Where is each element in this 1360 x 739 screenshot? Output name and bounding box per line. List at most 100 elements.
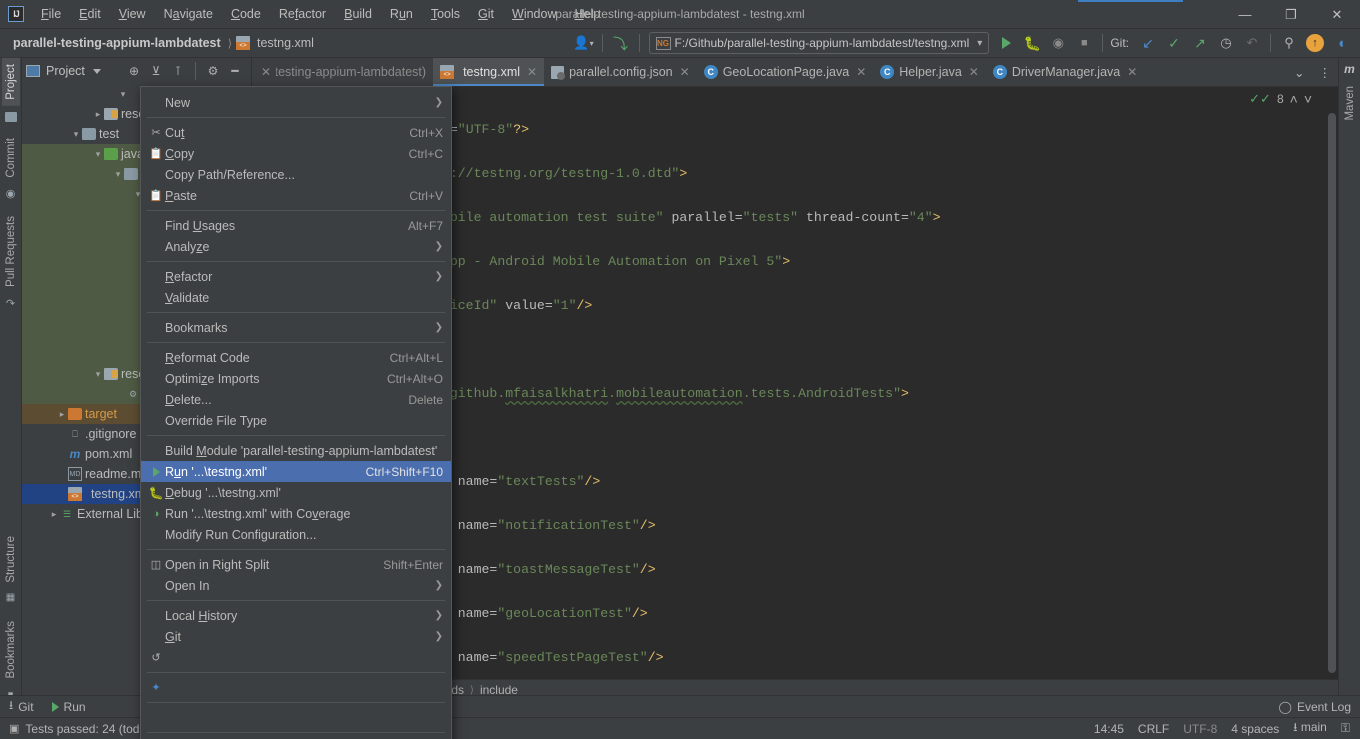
context-menu-item-open-in[interactable]: Open In ❯ bbox=[141, 575, 451, 596]
chevron-down-icon[interactable]: ▾ bbox=[977, 38, 982, 49]
editor-tab-geolocationpage-java[interactable]: C GeoLocationPage.java ✕ bbox=[697, 58, 874, 86]
context-menu-item-bookmarks[interactable]: Bookmarks ❯ bbox=[141, 317, 451, 338]
status-left[interactable]: ▣ Tests passed: 24 (toda bbox=[0, 722, 146, 736]
window-controls[interactable]: — ❐ ✕ bbox=[1222, 0, 1360, 29]
event-log-button[interactable]: ◯ Event Log bbox=[1270, 700, 1360, 714]
context-menu[interactable]: New ❯ ✂ Cut Ctrl+X 📋 Copy Ctrl+C Copy Pa… bbox=[140, 86, 452, 739]
git-commit-icon[interactable]: ✓ bbox=[1161, 31, 1187, 55]
user-avatar-icon[interactable]: 👤▾ bbox=[571, 31, 597, 55]
context-menu-item-validate[interactable]: Validate bbox=[141, 287, 451, 308]
sidebar-tab-pull-requests[interactable]: Pull Requests bbox=[2, 210, 20, 293]
menu-navigate[interactable]: Navigate bbox=[155, 3, 222, 25]
sidebar-tab-structure[interactable]: Structure bbox=[2, 530, 20, 589]
menu-edit[interactable]: Edit bbox=[70, 3, 110, 25]
git-push-icon[interactable]: ↗ bbox=[1187, 31, 1213, 55]
update-available-icon[interactable]: ↑ bbox=[1302, 31, 1328, 55]
sidebar-tab-project[interactable]: Project bbox=[2, 58, 20, 106]
git-rollback-icon[interactable]: ↶ bbox=[1239, 31, 1265, 55]
debug-button[interactable]: 🐛 bbox=[1019, 31, 1045, 55]
menu-bar[interactable]: File Edit View Navigate Code Refactor Bu… bbox=[32, 0, 609, 29]
context-menu-item-run-with-coverage[interactable]: ◑ Run '...\testng.xml' with Coverage bbox=[141, 503, 451, 524]
context-menu-item-modify-run-configuration[interactable]: Modify Run Configuration... bbox=[141, 524, 451, 545]
editor-tab-parallel-config-json[interactable]: parallel.config.json ✕ bbox=[544, 58, 697, 86]
context-menu-item-copy[interactable]: 📋 Copy Ctrl+C bbox=[141, 143, 451, 164]
breadcrumb-project[interactable]: parallel-testing-appium-lambdatest bbox=[10, 34, 224, 52]
context-menu-item-optimize-imports[interactable]: Optimize Imports Ctrl+Alt+O bbox=[141, 368, 451, 389]
tool-window-run[interactable]: Run bbox=[43, 700, 95, 714]
context-menu-item-build-module[interactable]: Build Module 'parallel-testing-appium-la… bbox=[141, 440, 451, 461]
menu-view[interactable]: View bbox=[110, 3, 155, 25]
editor-tab-xml-module[interactable]: ✕ xml (parallel-testing-appium-lambdates… bbox=[252, 58, 433, 86]
context-menu-item-delete[interactable]: Delete... Delete bbox=[141, 389, 451, 410]
breadcrumb-file[interactable]: testng.xml bbox=[254, 34, 317, 52]
context-menu-item-analyze[interactable]: Analyze ❯ bbox=[141, 236, 451, 257]
run-button[interactable] bbox=[993, 31, 1019, 55]
run-configuration-selector[interactable]: NG F:/Github/parallel-testing-appium-lam… bbox=[649, 32, 990, 54]
status-line-column[interactable]: 14:45 bbox=[1094, 722, 1124, 736]
context-menu-item-reload-from-disk[interactable]: ↺ bbox=[141, 647, 451, 668]
chevron-down-icon[interactable]: ▾ bbox=[117, 89, 129, 100]
context-menu-item-git[interactable]: Git ❯ bbox=[141, 626, 451, 647]
chevron-down-icon[interactable]: ▾ bbox=[70, 129, 82, 140]
settings-gear-icon[interactable]: ⚙ bbox=[203, 61, 223, 81]
menu-build[interactable]: Build bbox=[335, 3, 381, 25]
minimize-button[interactable]: — bbox=[1222, 0, 1268, 29]
git-update-project-icon[interactable]: ↙ bbox=[1135, 31, 1161, 55]
expand-all-icon[interactable]: ⊻ bbox=[146, 61, 166, 81]
status-file-encoding[interactable]: UTF-8 bbox=[1183, 722, 1217, 736]
editor-tab-options-button[interactable]: ⋮ bbox=[1312, 58, 1339, 86]
context-menu-item-compare-with[interactable]: ✦ bbox=[141, 677, 451, 698]
sidebar-tab-bookmarks[interactable]: Bookmarks bbox=[2, 615, 20, 685]
build-hammer-icon[interactable]: ⤵ bbox=[608, 31, 634, 55]
chevron-right-icon[interactable]: ▸ bbox=[92, 109, 104, 120]
menu-run[interactable]: Run bbox=[381, 3, 422, 25]
menu-refactor[interactable]: Refactor bbox=[270, 3, 335, 25]
context-menu-item-find-usages[interactable]: Find Usages Alt+F7 bbox=[141, 215, 451, 236]
context-menu-item-refactor[interactable]: Refactor ❯ bbox=[141, 266, 451, 287]
close-icon[interactable]: ✕ bbox=[261, 65, 271, 79]
editor-scrollbar[interactable] bbox=[1328, 113, 1336, 673]
context-menu-item-run-testng[interactable]: Run '...\testng.xml' Ctrl+Shift+F10 bbox=[141, 461, 451, 482]
menu-file[interactable]: File bbox=[32, 3, 70, 25]
chevron-down-icon[interactable]: ▾ bbox=[112, 169, 124, 180]
chevron-down-icon[interactable] bbox=[93, 69, 101, 74]
sidebar-tab-maven[interactable]: Maven bbox=[1341, 80, 1359, 127]
inspection-widget[interactable]: ✓✓ 8 ˄ ˅ bbox=[1249, 91, 1312, 107]
chevron-right-icon[interactable]: ▸ bbox=[56, 409, 68, 420]
context-menu-item-override-file-type[interactable]: Override File Type bbox=[141, 410, 451, 431]
close-icon[interactable]: ✕ bbox=[969, 65, 979, 79]
editor-tab-drivermanager-java[interactable]: C DriverManager.java ✕ bbox=[986, 58, 1144, 86]
context-menu-item-paste[interactable]: 📋 Paste Ctrl+V bbox=[141, 185, 451, 206]
context-menu-item-local-history[interactable]: Local History ❯ bbox=[141, 605, 451, 626]
next-issue-icon[interactable]: ˅ bbox=[1304, 91, 1312, 107]
menu-window[interactable]: Window bbox=[503, 3, 565, 25]
git-history-icon[interactable]: ◷ bbox=[1213, 31, 1239, 55]
menu-code[interactable]: Code bbox=[222, 3, 270, 25]
close-icon[interactable]: ✕ bbox=[527, 65, 537, 79]
chevron-down-icon[interactable]: ▾ bbox=[92, 369, 104, 380]
hide-panel-icon[interactable]: ━ bbox=[225, 61, 245, 81]
maximize-button[interactable]: ❐ bbox=[1268, 0, 1314, 29]
editor-tab-helper-java[interactable]: C Helper.java ✕ bbox=[873, 58, 986, 86]
context-menu-item-cut[interactable]: ✂ Cut Ctrl+X bbox=[141, 122, 451, 143]
breadcrumb[interactable]: parallel-testing-appium-lambdatest ⟩ tes… bbox=[10, 34, 317, 52]
sidebar-tab-commit[interactable]: Commit bbox=[2, 132, 20, 184]
context-menu-item-new[interactable]: New ❯ bbox=[141, 92, 451, 113]
locate-icon[interactable]: ⊕ bbox=[124, 61, 144, 81]
close-button[interactable]: ✕ bbox=[1314, 0, 1360, 29]
status-git-branch[interactable]: ⭳ main bbox=[1293, 718, 1327, 739]
tool-window-git[interactable]: ⭳ Git bbox=[0, 696, 43, 717]
menu-git[interactable]: Git bbox=[469, 3, 503, 25]
editor-tab-overflow-button[interactable]: ⌄ bbox=[1287, 58, 1311, 86]
menu-tools[interactable]: Tools bbox=[422, 3, 469, 25]
context-menu-item-debug-testng[interactable]: 🐛 Debug '...\testng.xml' bbox=[141, 482, 451, 503]
context-menu-item-generate-xsd-schema[interactable] bbox=[141, 707, 451, 728]
chevron-down-icon[interactable]: ▾ bbox=[92, 149, 104, 160]
close-icon[interactable]: ✕ bbox=[856, 65, 866, 79]
status-indent[interactable]: 4 spaces bbox=[1231, 722, 1279, 736]
menu-help[interactable]: Help bbox=[566, 3, 610, 25]
close-icon[interactable]: ✕ bbox=[1127, 65, 1137, 79]
stop-button[interactable]: ■ bbox=[1071, 31, 1097, 55]
status-line-separator[interactable]: CRLF bbox=[1138, 722, 1169, 736]
ide-profile-icon[interactable]: ◖ bbox=[1328, 31, 1354, 55]
